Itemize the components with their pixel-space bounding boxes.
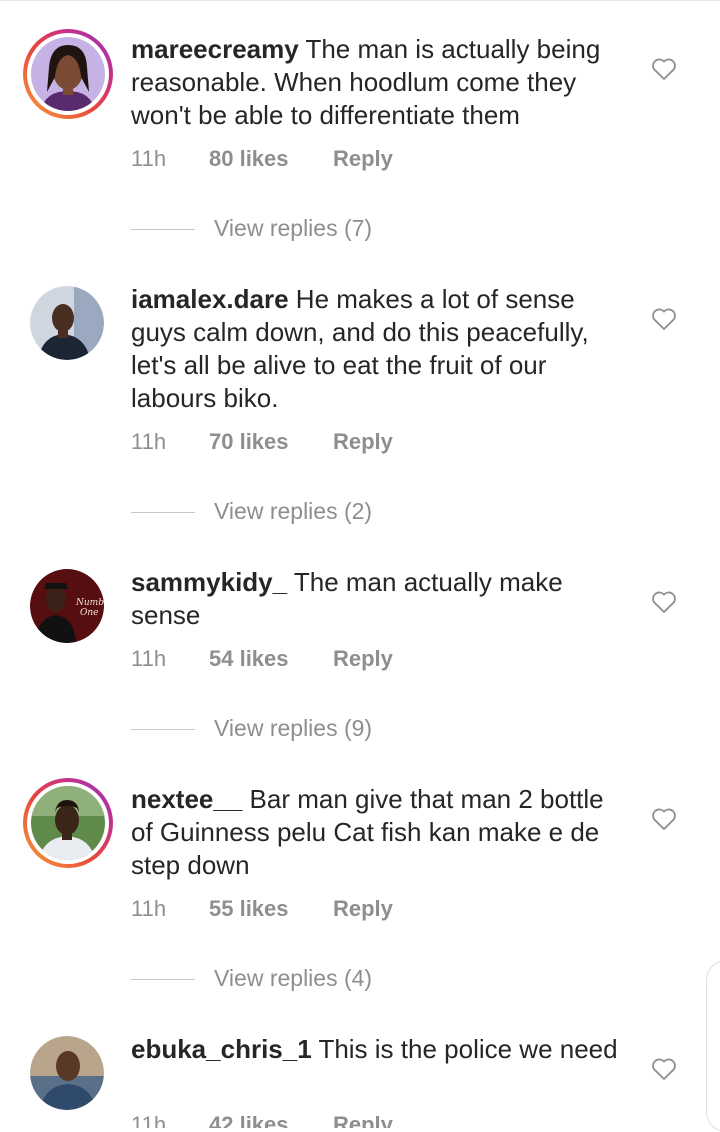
comment-text: ebuka_chris_1 This is the police we need xyxy=(131,1033,631,1066)
heart-outline-icon[interactable] xyxy=(651,1057,677,1081)
comment-likes[interactable]: 42 likes xyxy=(209,1110,333,1128)
comment-body: This is the police we need xyxy=(318,1034,618,1064)
avatar[interactable] xyxy=(30,1036,104,1110)
comment-item: ebuka_chris_1 This is the police we need… xyxy=(0,0,720,1128)
comment-username[interactable]: ebuka_chris_1 xyxy=(131,1034,312,1064)
scroll-handle[interactable] xyxy=(706,960,720,1132)
comment-meta: 11h 42 likes Reply xyxy=(131,1110,393,1128)
reply-button[interactable]: Reply xyxy=(333,1110,393,1128)
comment-time: 11h xyxy=(131,1112,167,1128)
